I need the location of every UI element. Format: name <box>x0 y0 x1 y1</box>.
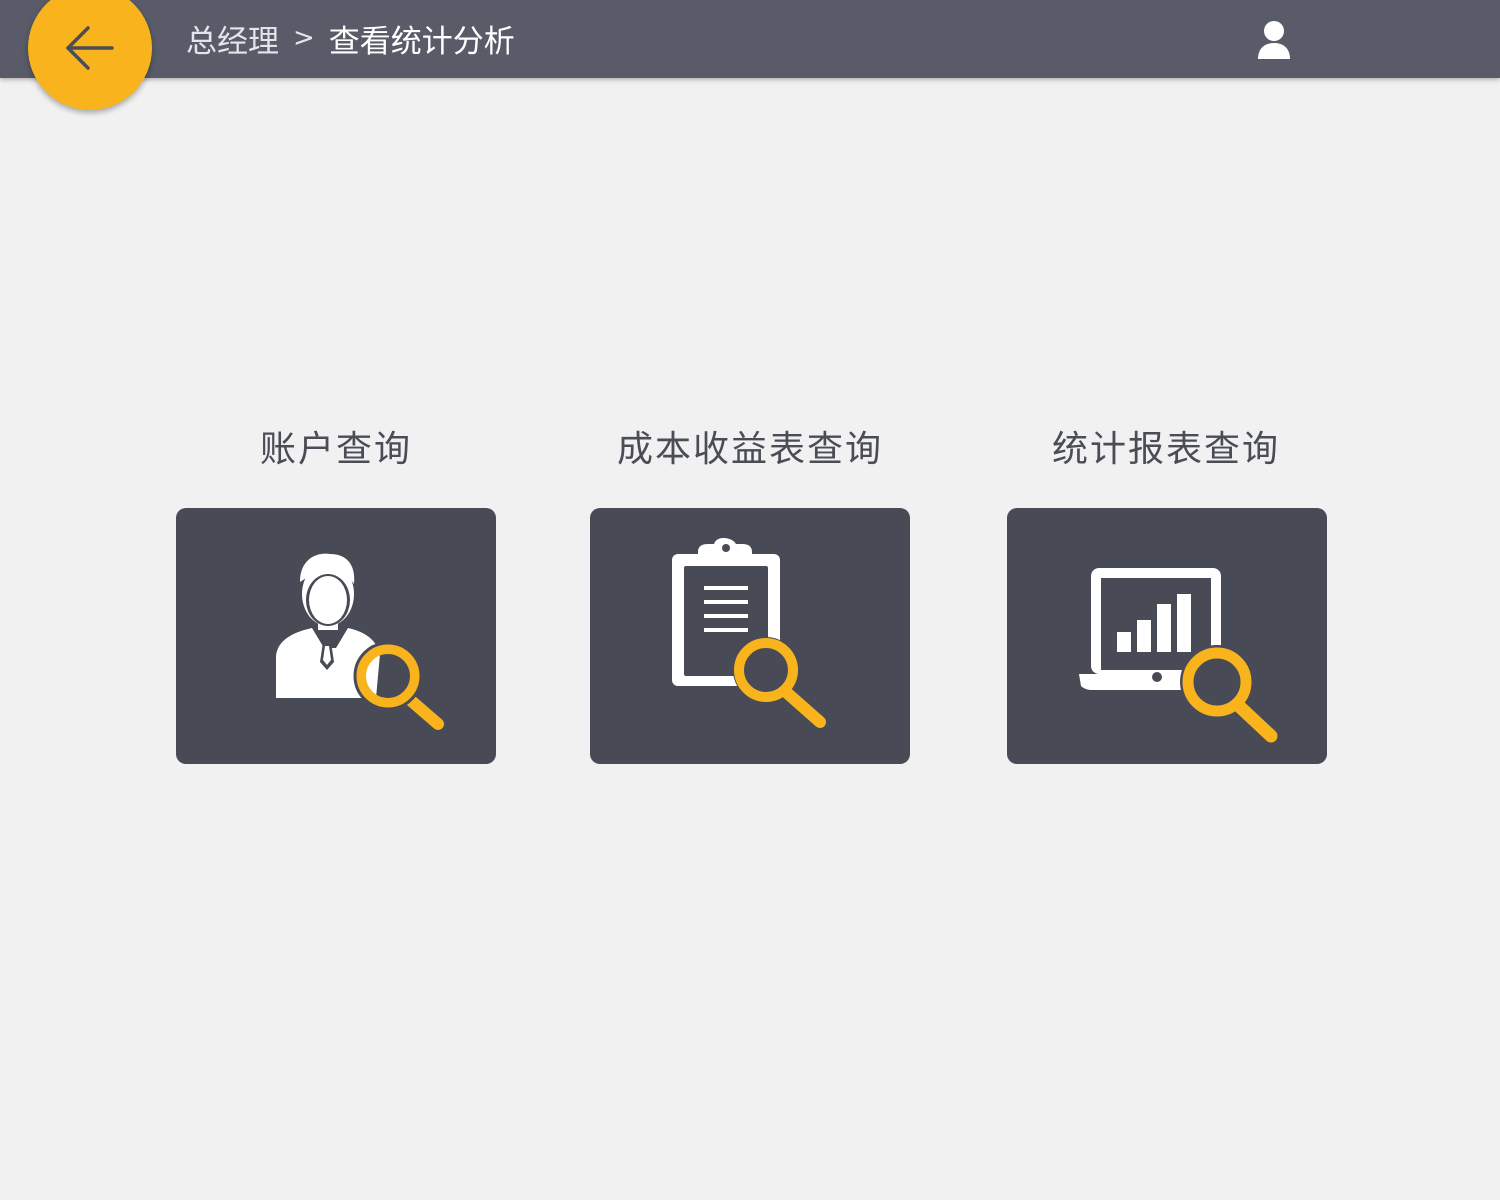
report-chart-search-icon <box>1079 568 1278 743</box>
clipboard-search-icon <box>672 538 826 728</box>
user-icon <box>1258 21 1290 59</box>
statistics-report-query-card[interactable] <box>1007 508 1327 764</box>
arrow-left-icon <box>66 26 114 70</box>
user-account-button[interactable] <box>1254 18 1294 62</box>
back-button[interactable] <box>28 0 152 110</box>
page-title: 查看统计分析 <box>328 23 515 60</box>
breadcrumb-separator: > <box>293 23 315 53</box>
statistics-report-query-label: 统计报表查询 <box>1051 429 1280 470</box>
breadcrumb: 总经理 > 查看统计分析 <box>186 16 515 60</box>
cost-income-query-label: 成本收益表查询 <box>616 429 883 470</box>
account-search-icon <box>276 553 444 730</box>
account-query-card[interactable] <box>176 508 496 764</box>
cost-income-query-card[interactable] <box>590 508 910 764</box>
account-query-label: 账户查询 <box>259 429 412 470</box>
top-bar: 总经理 > 查看统计分析 <box>0 0 1500 78</box>
breadcrumb-parent[interactable]: 总经理 <box>186 16 279 61</box>
